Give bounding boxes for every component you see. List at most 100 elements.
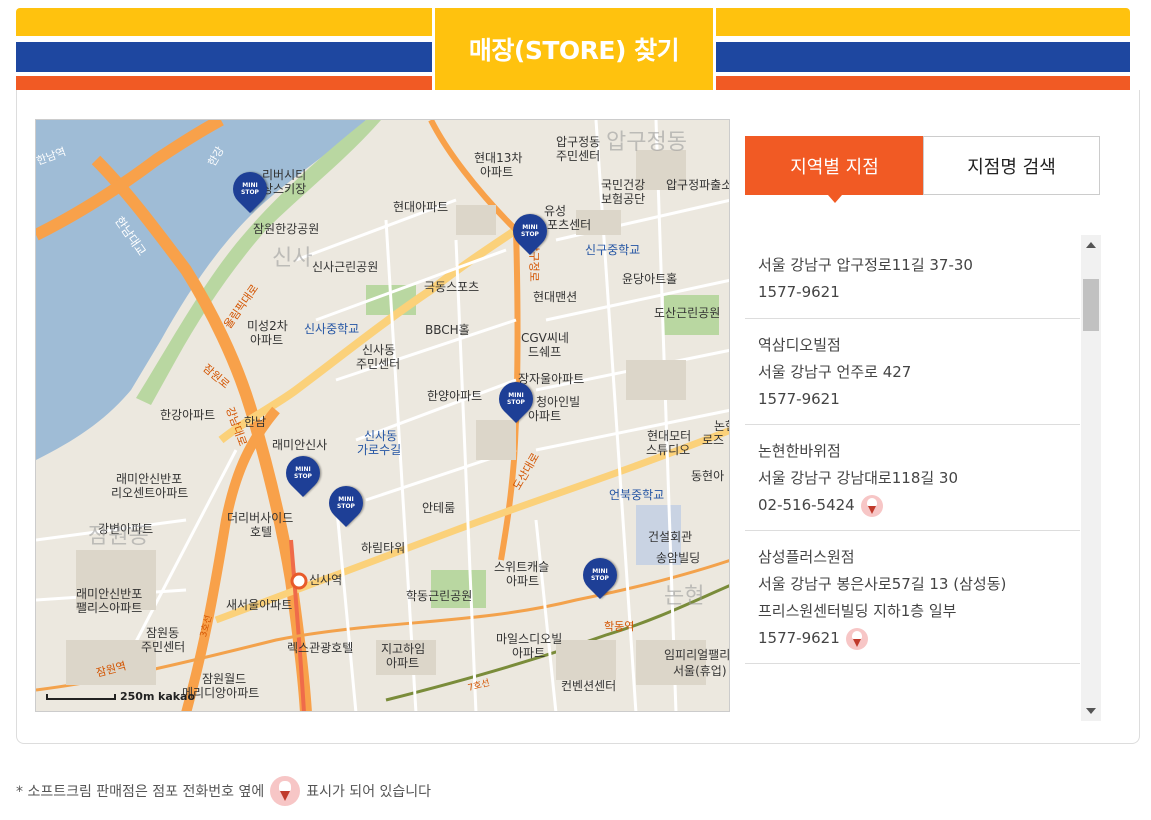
map-label: 래미안신반포 [116,472,183,486]
map-label: 컨벤션센터 [561,679,617,693]
map-label: 하림타워 [361,541,406,555]
map-label: 압구정파출소 [666,178,730,192]
map-district-label: 압구정동 [606,130,687,155]
map-label: 현대13차 [474,151,523,165]
store-address: 서울 강남구 봉은사로57길 13 (삼성동) [758,575,1007,593]
map-label: 건설회관 [648,530,693,544]
map-label: 국민건강 [601,178,646,192]
soft-cream-footnote: * 소프트크림 판매점은 점포 전화번호 옆에 표시가 되어 있습니다 [16,776,431,806]
map-label: 신구중학교 [585,243,641,257]
map-label: 한양아파트 [427,389,483,403]
map-label: 현대아파트 [393,200,449,214]
map-label: 윤당아트홀 [622,272,678,286]
store-phone: 02-516-5424 [758,496,855,514]
map-label: BBCH홀 [425,323,470,337]
sinsa-station-marker [290,572,308,590]
map-label: 리버시티 [262,168,307,182]
map-label: 스위트캐슬 [494,560,550,574]
road-label: 학동역 [604,620,635,633]
map-label: 청아인빌 [536,395,581,409]
scale-distance: 250m [120,690,155,703]
map-label: 마일스디오빌 [496,632,563,646]
store-name: 삼성플러스원점 [758,548,855,566]
list-item[interactable]: 역삼디오빌점 서울 강남구 언주로 427 1577-9621 [745,319,1080,425]
store-pin[interactable]: MINI STOP [225,164,275,220]
store-pin[interactable]: MINI STOP [321,478,371,534]
map-label: 송암빌딩 [656,551,701,565]
map-label: 아파트 [512,646,546,660]
map-label: 한강아파트 [160,408,216,422]
map-label: 서울(휴업) [673,664,727,678]
map-district-label: 신사 [272,246,313,271]
map-label: 신사동 [362,343,396,357]
map-label: 압구정동 [556,135,601,149]
map-label: 극동스포츠 [424,280,480,294]
map-label: 지고하임 [381,642,426,656]
scroll-up-icon[interactable] [1086,242,1096,248]
map-label: 상스키장 [262,182,307,196]
map-label: 임피리얼팰리 [664,648,730,662]
map-label: 잠원한강공원 [253,222,320,236]
page-title: 매장(STORE) 찾기 [468,36,680,65]
store-list-items: 서울 강남구 압구정로11길 37-30 1577-9621 역삼디오빌점 서울… [745,234,1080,664]
map-label: 더리버사이드 [227,511,294,525]
footnote-text-after: 표시가 되어 있습니다 [306,784,432,800]
map-label: 언북중학교 [609,488,665,502]
map-label: 신사근린공원 [312,260,379,274]
map-label: 렉스관광호텔 [287,641,354,655]
store-phone: 1577-9621 [758,283,840,301]
store-pin[interactable]: MINI STOP [505,206,555,262]
scroll-thumb[interactable] [1083,279,1099,331]
map-label: 아파트 [386,656,420,670]
map-label: 드쉐프 [528,345,562,359]
map-label: 아파트 [480,165,514,179]
store-address-detail: 프리스원센터빌딩 지하1층 일부 [758,602,957,620]
map-district-label: 논현 [664,584,705,609]
list-item[interactable]: 삼성플러스원점 서울 강남구 봉은사로57길 13 (삼성동) 프리스원센터빌딩… [745,531,1080,664]
store-finder-page: 매장(STORE) 찾기 리버시티 상스키장 잠원한강공원 신사근린공원 현대아… [0,0,1151,820]
map-label: 도산근린공원 [654,306,721,320]
map-provider-logo: kakao [158,690,196,703]
store-pin[interactable]: MINI STOP [575,550,625,606]
soft-cream-icon [270,776,301,806]
list-item[interactable]: 논현한바위점 서울 강남구 강남대로118길 30 02-516-5424 [745,425,1080,531]
list-scrollbar[interactable] [1081,235,1101,721]
map-label: 신사동 [364,429,398,443]
store-map[interactable]: 리버시티 상스키장 잠원한강공원 신사근린공원 현대아파트 현대13차 아파트 … [35,119,730,712]
map-label: 보험공단 [601,192,646,206]
map-label: 신사중학교 [304,322,360,336]
search-tabs: 지역별 지점 지점명 검색 [745,136,1101,203]
store-list[interactable]: 서울 강남구 압구정로11길 37-30 1577-9621 역삼디오빌점 서울… [745,234,1101,722]
scroll-down-icon[interactable] [1086,708,1096,714]
store-name [758,234,1080,252]
store-name: 논현한바위점 [758,442,841,460]
map-label: 신사역 [309,573,343,587]
store-address: 서울 강남구 강남대로118길 30 [758,469,959,487]
map-label: 현대맨션 [533,290,578,304]
tab-name-search[interactable]: 지점명 검색 [923,136,1100,195]
map-label: 유성 [544,204,567,218]
map-label: 리오센트아파트 [111,486,189,500]
map-label: 동현아 [691,469,725,483]
map-label: 로즈 [702,433,725,447]
scale-bar [46,694,116,700]
map-label: 잠원월드 [202,672,247,686]
store-pin[interactable]: MINI STOP [278,448,328,504]
map-label: 학동근린공원 [406,589,473,603]
map-label: 미성2차 [247,319,288,333]
tab-region[interactable]: 지역별 지점 [745,136,924,203]
map-label: 논현 [714,419,729,433]
list-item[interactable]: 서울 강남구 압구정로11길 37-30 1577-9621 [745,234,1080,319]
map-label: CGV씨네 [521,331,569,345]
store-address: 서울 강남구 압구정로11길 37-30 [758,256,973,274]
map-label: 새서울아파트 [226,598,293,612]
page-title-box: 매장(STORE) 찾기 [432,8,716,90]
store-pin[interactable]: MINI STOP [491,374,541,430]
map-label: 래미안신사 [272,438,328,452]
map-label: 호텔 [250,525,273,539]
map-label: 주민센터 [356,357,401,371]
map-label: 한남 [244,415,267,429]
map-label: 주민센터 [141,640,186,654]
store-name: 역삼디오빌점 [758,336,841,354]
soft-cream-icon [845,627,868,650]
